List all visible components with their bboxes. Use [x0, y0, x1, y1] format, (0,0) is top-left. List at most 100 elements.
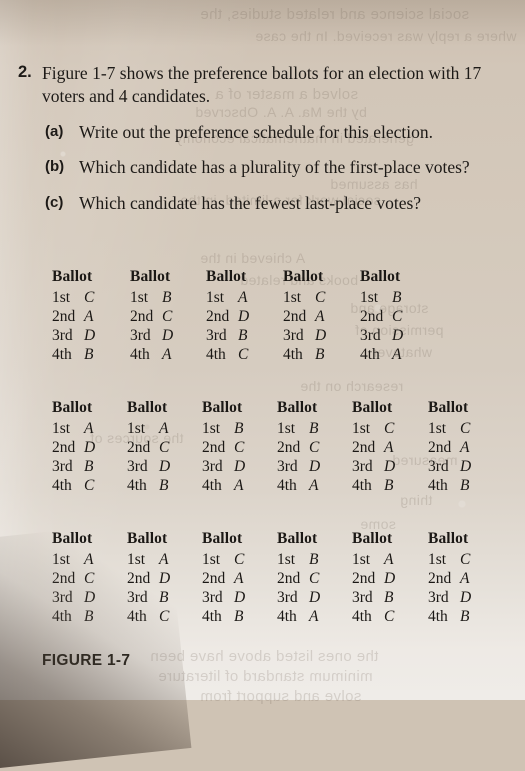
rank-label: 4th — [277, 477, 297, 494]
problem-number: 2. — [18, 63, 32, 81]
ballot-rank-line: 2nd D — [206, 307, 249, 326]
rank-label: 2nd — [52, 570, 76, 587]
rank-candidate: D — [315, 327, 327, 344]
rank-label: 3rd — [52, 327, 73, 344]
ballot-rank-line: 4th B — [52, 345, 95, 364]
rank-candidate: B — [84, 458, 94, 475]
rank-candidate: C — [309, 570, 320, 587]
ballot-rank-line: 2nd C — [127, 438, 170, 457]
rank-candidate: A — [309, 477, 319, 494]
rank-candidate: B — [309, 420, 319, 437]
part-c-text: Which candidate has the fewest last-plac… — [79, 193, 422, 213]
rank-candidate: A — [309, 608, 319, 625]
rank-candidate: A — [159, 420, 169, 437]
part-b-label: (b) — [45, 158, 65, 176]
ballot-card: Ballot 1st C 2nd A 3rd D 4th B — [428, 399, 471, 495]
rank-label: 3rd — [202, 589, 223, 606]
ballot-card: Ballot 1st C 2nd A 3rd D 4th B — [202, 530, 245, 626]
ballot-card: Ballot 1st A 2nd D 3rd B 4th C — [206, 268, 249, 364]
rank-candidate: B — [162, 289, 172, 306]
problem-statement-line: 2. Figure 1-7 shows the preference ballo… — [18, 62, 508, 108]
rank-label: 2nd — [52, 439, 76, 456]
rank-label: 1st — [202, 420, 221, 437]
rank-candidate: B — [384, 589, 394, 606]
rank-candidate: A — [384, 551, 394, 568]
ballot-card: Ballot 1st A 2nd C 3rd D 4th B — [127, 399, 170, 495]
ballot-rank-line: 4th A — [130, 345, 173, 364]
rank-label: 1st — [283, 289, 302, 306]
rank-label: 3rd — [352, 589, 373, 606]
rank-candidate: A — [384, 439, 394, 456]
rank-label: 2nd — [277, 439, 301, 456]
ballot-rank-line: 3rd D — [283, 326, 326, 345]
rank-candidate: C — [460, 551, 471, 568]
ballot-card: Ballot 1st A 2nd D 3rd B 4th C — [127, 530, 170, 626]
rank-candidate: A — [238, 289, 248, 306]
problem-statement: Figure 1-7 shows the preference ballots … — [42, 63, 482, 106]
rank-label: 3rd — [428, 589, 449, 606]
ballot-rank-line: 1st C — [428, 419, 471, 438]
ballot-card: Ballot 1st A 2nd C 3rd D 4th B — [52, 530, 95, 626]
ballot-rank-line: 1st A — [352, 550, 395, 569]
rank-candidate: B — [159, 477, 169, 494]
rank-candidate: C — [162, 308, 173, 325]
rank-label: 3rd — [52, 458, 73, 475]
ballot-rank-line: 1st C — [428, 550, 471, 569]
rank-candidate: A — [159, 551, 169, 568]
rank-candidate: B — [234, 420, 244, 437]
rank-label: 1st — [52, 289, 71, 306]
ballot-rank-line: 4th A — [360, 345, 403, 364]
ballot-rank-line: 2nd A — [52, 307, 95, 326]
rank-label: 2nd — [202, 570, 226, 587]
ballot-rank-line: 1st A — [52, 550, 95, 569]
rank-candidate: B — [309, 551, 319, 568]
rank-candidate: B — [392, 289, 402, 306]
preference-ballots-figure: Ballot 1st C 2nd A 3rd D 4th B Ballot 1st B 2nd C 3rd D… — [0, 268, 525, 661]
page-content: 2. Figure 1-7 shows the preference ballo… — [0, 0, 525, 700]
ballot-rank-line: 4th B — [283, 345, 326, 364]
ballot-rank-line: 3rd B — [127, 588, 170, 607]
ballot-card: Ballot 1st C 2nd A 3rd D 4th B — [352, 399, 395, 495]
ballot-title: Ballot — [277, 399, 318, 416]
ballot-rank-line: 2nd A — [283, 307, 326, 326]
rank-label: 2nd — [428, 439, 452, 456]
ballot-rank-line: 2nd C — [130, 307, 173, 326]
rank-label: 4th — [352, 477, 372, 494]
ballot-rank-line: 2nd D — [352, 569, 395, 588]
rank-candidate: B — [84, 346, 94, 363]
rank-label: 3rd — [277, 458, 298, 475]
part-c-label: (c) — [45, 194, 64, 211]
ballot-rank-line: 4th B — [127, 476, 170, 495]
rank-label: 1st — [352, 551, 371, 568]
ballot-rank-line: 4th B — [52, 607, 95, 626]
ballot-rank-line: 3rd B — [352, 588, 395, 607]
ballot-rank-line: 4th C — [127, 607, 170, 626]
ballot-row: Ballot 1st A 2nd C 3rd D 4th B Ballot 1st A 2nd D 3rd B… — [0, 530, 525, 661]
ballot-card: Ballot 1st A 2nd D 3rd B 4th C — [52, 399, 95, 495]
rank-label: 1st — [206, 289, 225, 306]
ballot-title: Ballot — [52, 268, 93, 285]
ballot-row: Ballot 1st A 2nd D 3rd B 4th C Ballot 1st A 2nd C 3rd D… — [0, 399, 525, 530]
problem-part-b: (b) Which candidate has a plurality of t… — [18, 156, 508, 179]
ballot-rank-line: 3rd D — [360, 326, 403, 345]
ballot-rank-line: 1st A — [206, 288, 249, 307]
ballot-title: Ballot — [277, 530, 318, 547]
ballot-title: Ballot — [352, 399, 393, 416]
ballot-rank-line: 2nd A — [428, 438, 471, 457]
ballot-rank-line: 4th A — [277, 607, 320, 626]
ballot-rank-line: 3rd D — [277, 588, 320, 607]
ballot-title: Ballot — [202, 530, 243, 547]
rank-candidate: A — [84, 308, 94, 325]
rank-label: 4th — [352, 608, 372, 625]
rank-label: 1st — [352, 420, 371, 437]
ballot-title: Ballot — [206, 268, 247, 285]
ballot-title: Ballot — [127, 399, 168, 416]
ballot-rank-line: 4th C — [352, 607, 395, 626]
rank-label: 4th — [277, 608, 297, 625]
ballot-rank-line: 1st B — [277, 419, 320, 438]
rank-label: 2nd — [283, 308, 307, 325]
ballot-rank-line: 2nd C — [52, 569, 95, 588]
rank-label: 2nd — [352, 439, 376, 456]
rank-candidate: A — [234, 570, 244, 587]
ballot-title: Ballot — [52, 399, 93, 416]
